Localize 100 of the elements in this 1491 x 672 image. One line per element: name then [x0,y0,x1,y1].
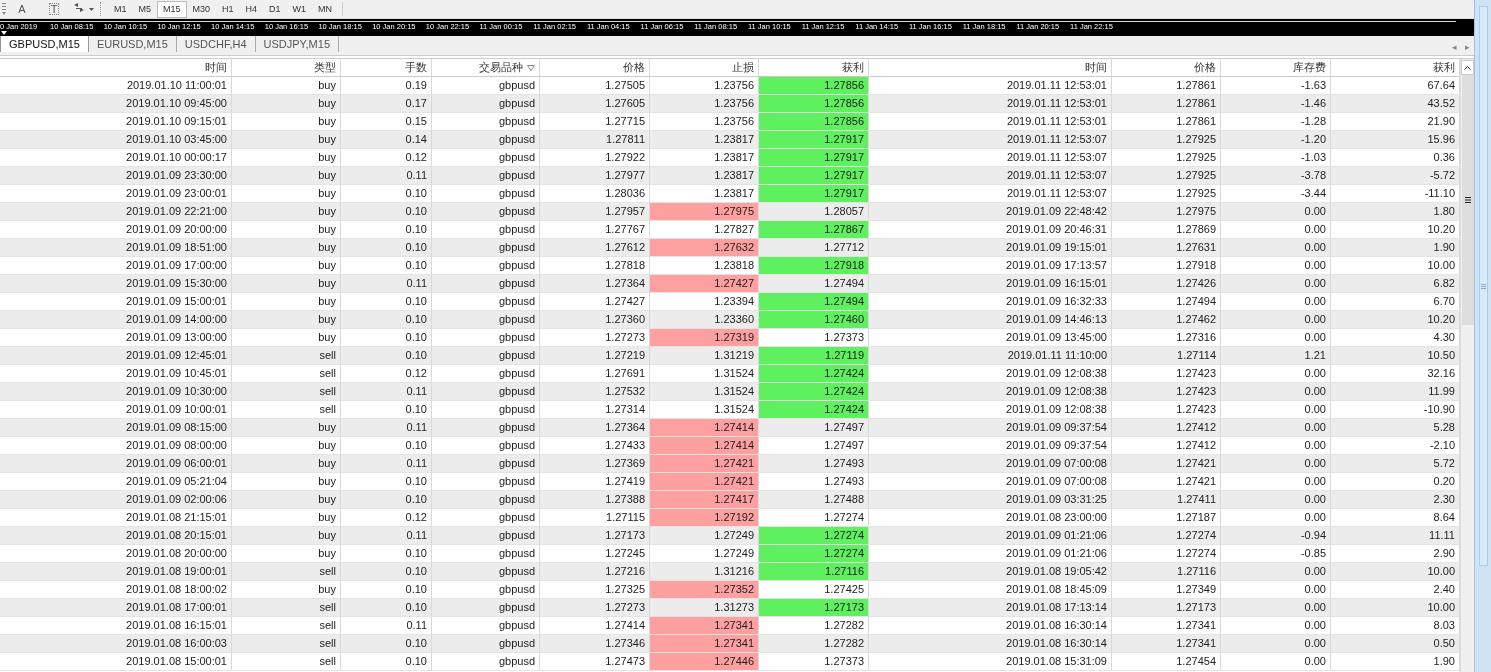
table-cell: buy [232,311,341,329]
table-cell: 2019.01.09 22:21:00 [0,203,232,221]
table-cell: 2019.01.09 16:15:01 [869,275,1112,293]
table-cell: 0.10 [341,599,432,617]
table-cell: 1.27917 [759,167,869,185]
table-cell: 2019.01.08 19:00:01 [0,563,232,581]
chart-tab[interactable]: USDJPY,M15 [255,35,339,52]
table-cell: gbpusd [432,419,540,437]
table-cell: 2019.01.09 12:08:38 [869,383,1112,401]
text-tool-button[interactable]: A [8,1,36,17]
column-header[interactable]: 手数 [341,59,432,77]
table-cell: 1.27446 [650,653,759,671]
table-cell: 1.27488 [759,491,869,509]
table-cell: 1.27918 [759,257,869,275]
table-cell: 10.20 [1331,311,1460,329]
table-cell: gbpusd [432,599,540,617]
table-cell: 0.10 [341,203,432,221]
timeframe-button[interactable]: H4 [239,0,264,18]
table-cell: 1.27856 [759,95,869,113]
table-cell: 1.27423 [1112,383,1221,401]
table-cell: 1.27352 [650,581,759,599]
table-cell: 1.27216 [540,563,650,581]
table-cell: 0.11 [341,167,432,185]
table-cell: 1.27424 [759,401,869,419]
chart-tab[interactable]: EURUSD,M15 [88,35,177,52]
scroll-up-button[interactable] [1461,60,1474,75]
table-cell: 1.27114 [1112,347,1221,365]
table-cell: 2019.01.09 01:21:06 [869,527,1112,545]
column-header[interactable]: 时间 [0,59,232,77]
table-cell: 1.27925 [1112,131,1221,149]
table-cell: 2019.01.10 09:45:00 [0,95,232,113]
column-header[interactable]: 价格 [540,59,650,77]
table-cell: gbpusd [432,383,540,401]
table-cell: 0.00 [1221,563,1331,581]
table-cell: 0.00 [1221,311,1331,329]
table-cell: 0.50 [1331,635,1460,653]
timeframe-button[interactable]: M5 [132,0,158,18]
table-cell: 1.27424 [759,365,869,383]
table-cell: 0.10 [341,239,432,257]
table-cell: 1.27494 [759,293,869,311]
table-cell: 0.10 [341,347,432,365]
timeframe-button[interactable]: D1 [263,0,287,18]
chart-tab[interactable]: USDCHF,H4 [176,35,256,52]
table-cell: gbpusd [432,653,540,671]
table-cell: 1.27173 [1112,599,1221,617]
table-cell: gbpusd [432,239,540,257]
table-cell: 43.52 [1331,95,1460,113]
table-cell: 0.10 [341,563,432,581]
column-header[interactable]: 时间 [869,59,1112,77]
table-cell: 1.27274 [759,545,869,563]
table-cell: 1.27360 [540,311,650,329]
text-label-tool-button[interactable]: T [47,1,61,17]
table-cell: 2019.01.11 11:10:00 [869,347,1112,365]
column-header[interactable]: 库存费 [1221,59,1331,77]
table-cell: 1.27421 [1112,455,1221,473]
table-cell: 10.50 [1331,347,1460,365]
table-cell: 1.27532 [540,383,650,401]
timeframe-button[interactable]: H1 [216,0,240,18]
table-cell: 1.31216 [650,563,759,581]
table-cell: 1.27421 [650,473,759,491]
timeframe-button[interactable]: M15 [157,0,187,18]
scroll-thumb[interactable] [1461,75,1474,325]
table-cell: 1.21 [1221,347,1331,365]
column-header[interactable]: 交易品种 [432,59,540,77]
table-cell: 1.27116 [1112,563,1221,581]
grip-icon[interactable] [0,2,8,16]
table-cell: -3.78 [1221,167,1331,185]
table-cell: 1.27364 [540,419,650,437]
table-cell: 2019.01.11 12:53:07 [869,167,1112,185]
timeframe-button[interactable]: MN [312,0,339,18]
table-cell: 0.10 [341,311,432,329]
table-cell: buy [232,275,341,293]
table-cell: 0.00 [1221,203,1331,221]
table-cell: 1.27494 [759,275,869,293]
column-header[interactable]: 类型 [232,59,341,77]
timeframe-button[interactable]: W1 [286,0,313,18]
table-cell: 1.31219 [650,347,759,365]
grip-icon [1480,283,1486,289]
table-cell: gbpusd [432,167,540,185]
timeframe-button[interactable]: M30 [186,0,217,18]
column-header[interactable]: 获利 [1331,59,1460,77]
timeframe-button[interactable]: M1 [108,0,133,18]
window-scrollbar[interactable] [1478,6,1488,566]
table-cell: 2019.01.09 19:15:01 [869,239,1112,257]
table-cell: sell [232,563,341,581]
filter-icon[interactable] [527,64,535,71]
table-cell: 2019.01.08 16:00:03 [0,635,232,653]
column-header[interactable]: 价格 [1112,59,1221,77]
table-cell: 1.27867 [759,221,869,239]
table-cell: 1.90 [1331,239,1460,257]
scrollbar[interactable] [1460,59,1474,672]
table-cell: sell [232,347,341,365]
table-cell: 2019.01.08 17:00:01 [0,599,232,617]
column-header[interactable]: 止损 [650,59,759,77]
table-cell: 1.27116 [759,563,869,581]
table-cell: 1.27414 [650,437,759,455]
table-cell: 2019.01.09 12:45:01 [0,347,232,365]
column-header[interactable]: 获利 [759,59,869,77]
table-cell: 1.27612 [540,239,650,257]
table-cell: 2.30 [1331,491,1460,509]
